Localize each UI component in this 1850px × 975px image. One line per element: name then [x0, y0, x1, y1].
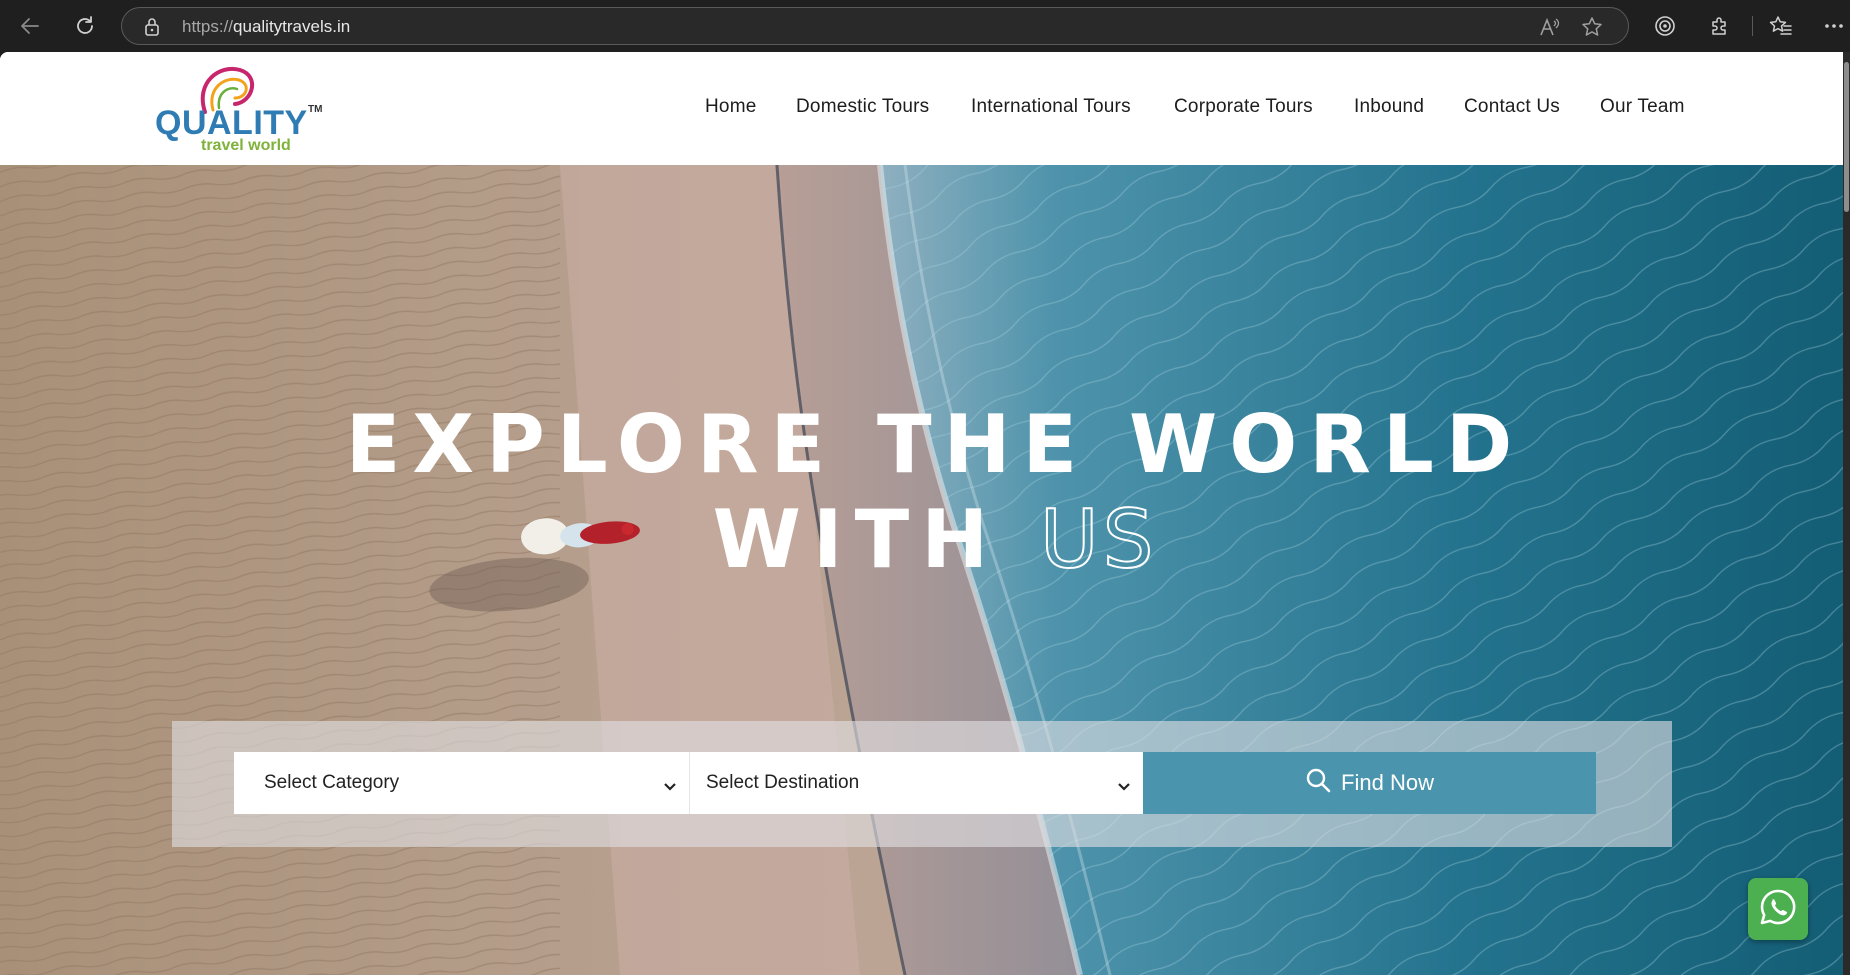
- hero-title-line2: WITH US: [10, 499, 1850, 581]
- tracking-prevention-icon[interactable]: [1649, 10, 1681, 42]
- nav-item-corporate-tours[interactable]: Corporate Tours: [1174, 96, 1313, 118]
- webpage: QUALITY travel world TM Home Domestic To…: [0, 52, 1850, 975]
- address-bar[interactable]: https://qualitytravels.in: [121, 7, 1629, 45]
- nav-item-international-tours[interactable]: International Tours: [971, 96, 1131, 118]
- category-select[interactable]: Select Category: [234, 752, 689, 814]
- nav-item-domestic-tours[interactable]: Domestic Tours: [796, 96, 929, 118]
- lock-icon[interactable]: [144, 17, 160, 42]
- destination-select[interactable]: Select Destination: [689, 752, 1143, 814]
- chevron-down-icon: [663, 776, 677, 798]
- toolbar-divider: [1752, 16, 1753, 36]
- destination-select-value: Select Destination: [706, 772, 860, 793]
- chevron-down-icon: [1117, 776, 1131, 798]
- search-icon: [1305, 767, 1331, 799]
- back-arrow-icon[interactable]: [14, 10, 46, 42]
- nav-item-our-team[interactable]: Our Team: [1600, 96, 1685, 118]
- whatsapp-button[interactable]: [1748, 878, 1808, 940]
- category-select-value: Select Category: [264, 772, 400, 793]
- hero-banner: EXPLORE THE WORLD WITH US Select Categor…: [0, 165, 1850, 975]
- page-scrollbar[interactable]: [1843, 52, 1850, 975]
- main-nav: Home Domestic Tours International Tours …: [0, 52, 1850, 165]
- star-icon[interactable]: [1580, 15, 1604, 39]
- url-text: https://qualitytravels.in: [182, 17, 351, 36]
- favorites-icon[interactable]: [1765, 10, 1797, 42]
- find-now-button[interactable]: Find Now: [1143, 752, 1596, 814]
- browser-toolbar: https://qualitytravels.in: [0, 0, 1850, 52]
- find-now-label: Find Now: [1341, 770, 1434, 795]
- nav-item-home[interactable]: Home: [705, 96, 756, 118]
- hero-title-line1: EXPLORE THE WORLD: [345, 398, 1525, 491]
- whatsapp-icon: [1758, 887, 1798, 932]
- read-aloud-icon[interactable]: [1538, 15, 1562, 39]
- search-panel: Select Category Select Destination Find …: [172, 721, 1672, 847]
- extensions-icon[interactable]: [1704, 10, 1736, 42]
- hero-title-with: WITH: [712, 493, 1001, 586]
- hero-title-us: US: [1039, 493, 1158, 586]
- more-icon[interactable]: [1818, 10, 1850, 42]
- refresh-icon[interactable]: [69, 10, 101, 42]
- scrollbar-thumb[interactable]: [1844, 62, 1849, 212]
- nav-item-inbound[interactable]: Inbound: [1354, 96, 1424, 118]
- nav-item-contact-us[interactable]: Contact Us: [1464, 96, 1560, 118]
- site-header: QUALITY travel world TM Home Domestic To…: [0, 52, 1850, 165]
